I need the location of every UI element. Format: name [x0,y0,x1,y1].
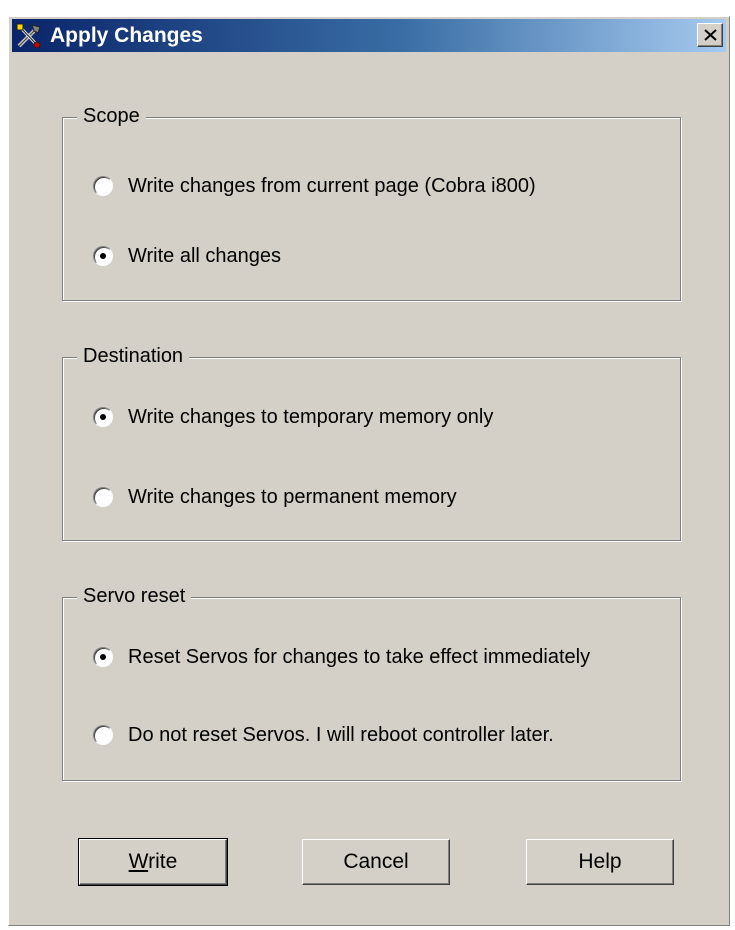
close-icon [704,29,717,41]
radio-destination-temporary[interactable]: Write changes to temporary memory only [93,402,493,432]
radio-label: Write all changes [128,244,282,267]
radio-destination-permanent[interactable]: Write changes to permanent memory [93,482,457,512]
radio-button[interactable] [93,246,113,266]
radio-label: Reset Servos for changes to take effect … [128,645,591,668]
close-button[interactable] [697,23,723,47]
radio-label: Write changes to permanent memory [128,485,457,508]
radio-button[interactable] [93,487,113,507]
destination-legend: Destination [77,345,190,368]
radio-dot [100,253,106,259]
scope-group: Scope Write changes from current page (C… [62,105,681,301]
radio-label: Write changes to temporary memory only [128,405,494,428]
write-mnemonic: W [128,850,149,873]
radio-dot [100,654,106,660]
radio-button[interactable] [93,407,113,427]
write-label: rite [148,850,178,873]
radio-button[interactable] [93,725,113,745]
title-bar[interactable]: Apply Changes [12,19,726,52]
radio-label: Write changes from current page (Cobra i… [128,174,536,197]
cancel-button[interactable]: Cancel [302,839,450,885]
write-button[interactable]: Write [78,838,228,886]
radio-button[interactable] [93,176,113,196]
help-button[interactable]: Help [526,839,674,885]
scope-legend: Scope [77,105,146,128]
apply-changes-dialog: Apply Changes Scope Write changes from c… [8,16,730,926]
servo-reset-legend: Servo reset [77,585,192,608]
radio-dot [100,414,106,420]
destination-group: Destination Write changes to temporary m… [62,345,681,541]
radio-servo-reset-later[interactable]: Do not reset Servos. I will reboot contr… [93,720,554,750]
radio-servo-reset-now[interactable]: Reset Servos for changes to take effect … [93,642,590,672]
radio-scope-current-page[interactable]: Write changes from current page (Cobra i… [93,171,536,201]
radio-button[interactable] [93,647,113,667]
tools-icon [16,23,42,49]
window-title: Apply Changes [50,24,203,47]
servo-reset-group: Servo reset Reset Servos for changes to … [62,585,681,781]
radio-label: Do not reset Servos. I will reboot contr… [128,723,554,746]
radio-scope-all-changes[interactable]: Write all changes [93,241,281,271]
